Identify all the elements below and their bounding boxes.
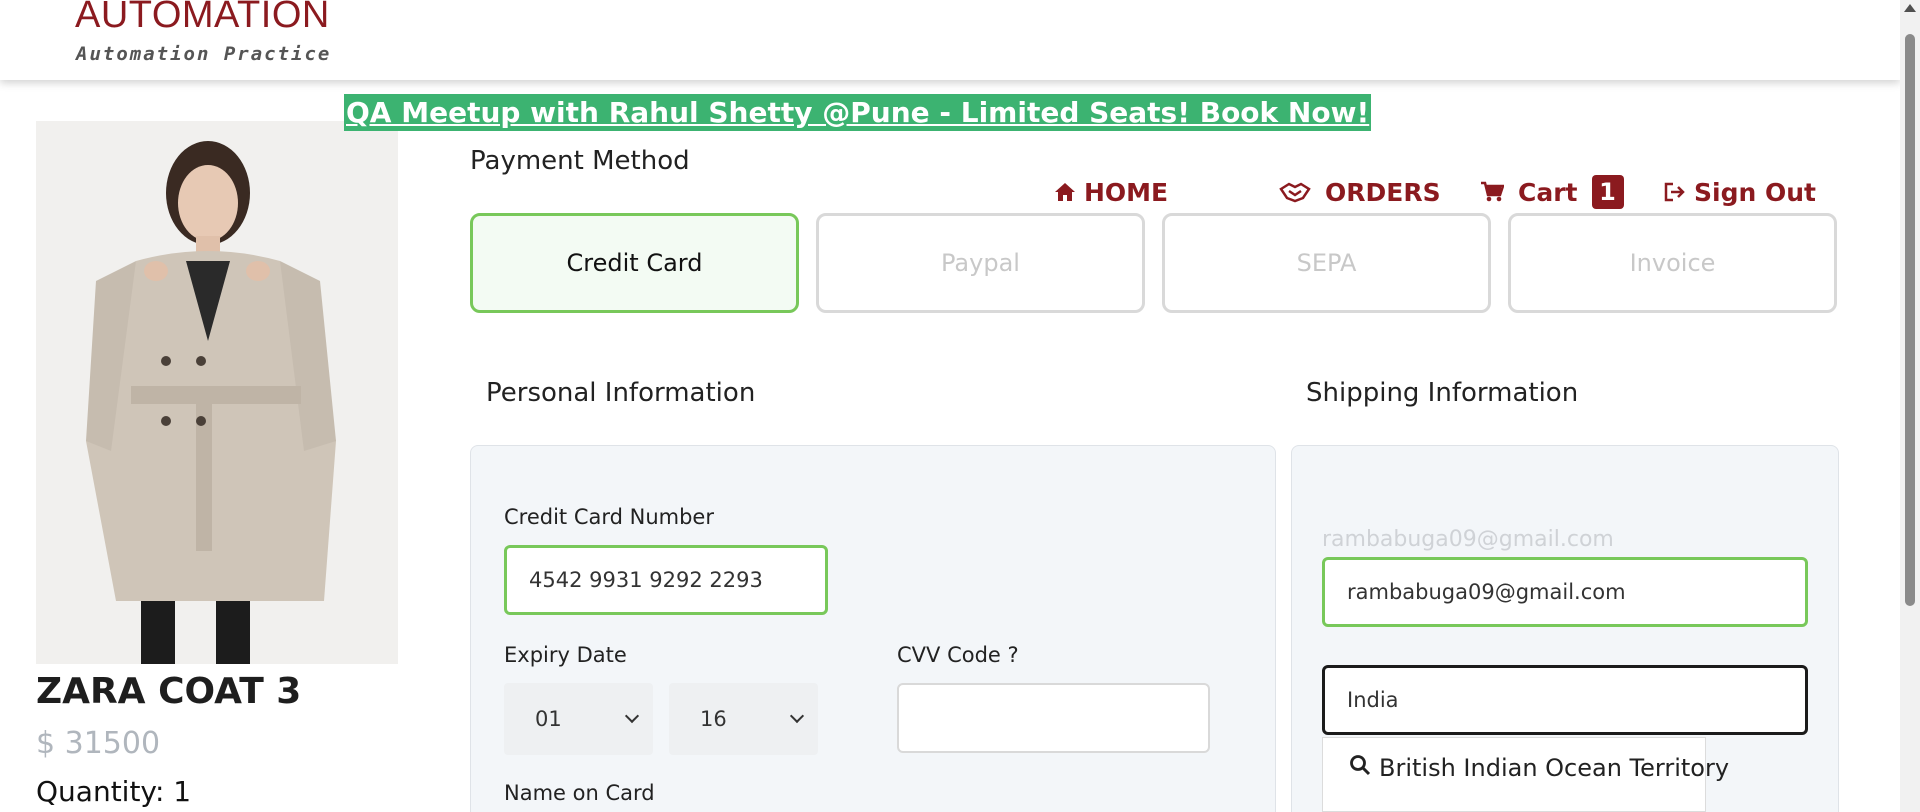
country-suggestion-item[interactable]: British Indian Ocean Territory — [1349, 754, 1729, 782]
nav-cart-button[interactable]: Cart 1 — [1480, 174, 1624, 210]
home-icon — [1054, 182, 1076, 202]
logo-title[interactable]: AUTOMATION — [75, 0, 330, 37]
chevron-down-icon — [789, 708, 805, 724]
expiry-year-select[interactable]: 16 — [669, 683, 818, 755]
personal-information-title: Personal Information — [486, 378, 756, 408]
product-image — [36, 121, 398, 664]
cvv-code-input[interactable] — [897, 683, 1210, 753]
shipping-email-input[interactable]: rambabuga09@gmail.com — [1322, 557, 1808, 627]
expiry-date-label: Expiry Date — [504, 643, 627, 667]
nav-orders-label: ORDERS — [1325, 177, 1441, 207]
cvv-code-label: CVV Code ? — [897, 643, 1019, 667]
product-quantity: Quantity: 1 — [36, 775, 192, 808]
search-icon — [1349, 754, 1371, 782]
card-number-label: Credit Card Number — [504, 505, 714, 529]
top-header: AUTOMATION Automation Practice — [0, 0, 1900, 80]
chevron-down-icon — [624, 708, 640, 724]
meetup-banner-link[interactable]: QA Meetup with Rahul Shetty @Pune - Limi… — [344, 94, 1372, 131]
coat-model-image — [36, 121, 398, 664]
nav-orders-button[interactable]: ORDERS — [1279, 174, 1441, 210]
country-suggestions-dropdown: British Indian Ocean Territory — [1322, 737, 1729, 812]
payment-tab-sepa[interactable]: SEPA — [1162, 213, 1491, 313]
payment-tab-invoice[interactable]: Invoice — [1508, 213, 1837, 313]
handshake-icon — [1279, 181, 1311, 203]
shipping-information-title: Shipping Information — [1306, 378, 1579, 408]
scroll-up-arrow-icon[interactable] — [1904, 4, 1916, 12]
payment-tab-credit-card[interactable]: Credit Card — [470, 213, 799, 313]
product-price: $ 31500 — [36, 726, 161, 761]
nav-home-button[interactable]: HOME — [1054, 174, 1168, 210]
country-suggestion-label: British Indian Ocean Territory — [1379, 754, 1730, 782]
nav-cart-label: Cart — [1518, 177, 1578, 207]
cart-icon — [1480, 181, 1504, 203]
expiry-year-value: 16 — [700, 707, 727, 731]
page-scrollbar[interactable] — [1900, 0, 1920, 812]
payment-method-title: Payment Method — [470, 146, 690, 176]
logo-subtitle: Automation Practice — [76, 43, 332, 65]
cart-count-badge: 1 — [1591, 175, 1624, 209]
payment-tab-paypal[interactable]: Paypal — [816, 213, 1145, 313]
select-country-input[interactable]: India — [1322, 665, 1808, 735]
product-name: ZARA COAT 3 — [36, 671, 302, 712]
nav-home-label: HOME — [1084, 177, 1169, 207]
user-email-display: rambabuga09@gmail.com — [1322, 527, 1614, 552]
card-number-input[interactable]: 4542 9931 9292 2293 — [504, 545, 828, 615]
name-on-card-label: Name on Card — [504, 781, 655, 805]
expiry-month-value: 01 — [535, 707, 562, 731]
personal-information-panel — [470, 445, 1276, 812]
scroll-thumb[interactable] — [1905, 34, 1915, 606]
sign-out-icon — [1664, 182, 1686, 202]
expiry-month-select[interactable]: 01 — [504, 683, 653, 755]
nav-sign-out-label: Sign Out — [1694, 177, 1816, 207]
nav-sign-out-button[interactable]: Sign Out — [1664, 174, 1816, 210]
